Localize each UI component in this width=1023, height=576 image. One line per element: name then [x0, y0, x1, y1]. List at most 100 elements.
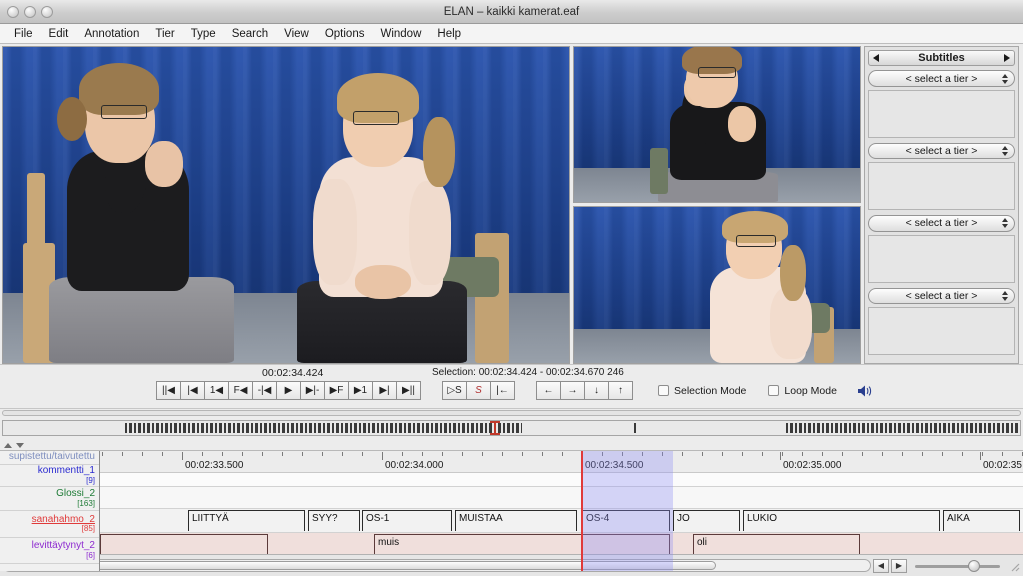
main-video-player[interactable] — [2, 46, 570, 364]
tier-select-2[interactable]: < select a tier > — [868, 142, 1015, 160]
ruler-tick — [542, 452, 543, 456]
play-pause-button[interactable]: ▶ — [276, 381, 301, 400]
annotation-segment[interactable]: LUKIO — [743, 510, 940, 531]
triangle-right-icon[interactable] — [1004, 54, 1010, 63]
next-scroll-button[interactable]: ▶| — [372, 381, 397, 400]
annotation-segment[interactable]: LIITTYÄ — [188, 510, 305, 531]
selection-mode-checkbox[interactable]: Selection Mode — [658, 385, 746, 397]
tier-label-glossi-count: [163] — [77, 498, 95, 508]
speaker-icon[interactable] — [857, 384, 873, 398]
timeline-overview — [0, 408, 1023, 442]
previous-second-button[interactable]: 1◀ — [204, 381, 229, 400]
zoom-slider-knob[interactable] — [967, 559, 980, 572]
bottom-right-video-player[interactable] — [573, 206, 861, 364]
menu-help[interactable]: Help — [429, 26, 469, 42]
time-ruler[interactable]: 00:02:33.500 00:02:34.000 00:02:34.500 00:0… — [100, 451, 1023, 473]
annotation-segment[interactable]: JO — [673, 510, 740, 531]
scrollbar-thumb[interactable] — [6, 561, 717, 570]
ruler-tick — [882, 452, 883, 456]
chair-right — [475, 233, 509, 363]
tier-select-1[interactable]: < select a tier > — [868, 70, 1015, 87]
ruler-tick — [502, 452, 503, 456]
ruler-tick — [942, 452, 943, 456]
zoom-slider[interactable] — [915, 559, 1000, 573]
triangle-up-icon[interactable] — [4, 443, 12, 448]
subtitle-box-3[interactable] — [868, 234, 1015, 283]
clear-selection-button[interactable]: S — [466, 381, 491, 400]
subtitle-box-1[interactable] — [868, 89, 1015, 138]
tier-select-3[interactable]: < select a tier > — [868, 215, 1015, 232]
horizontal-scrollbar[interactable] — [3, 559, 871, 572]
menu-tier[interactable]: Tier — [147, 26, 182, 42]
tier-label-supistettu[interactable]: supistettu/taivutettu — [0, 451, 99, 465]
annotation-segment[interactable]: SYY? — [308, 510, 360, 531]
annotation-segment[interactable]: OS-1 — [362, 510, 452, 531]
previous-pixel-button[interactable]: -|◀ — [252, 381, 277, 400]
next-pixel-button[interactable]: ▶|- — [300, 381, 325, 400]
move-crosshair-button[interactable]: |← — [490, 381, 515, 400]
track-kommentti[interactable] — [100, 487, 1023, 509]
annotation-below-button[interactable]: ↓ — [584, 381, 609, 400]
previous-scroll-button[interactable]: |◀ — [180, 381, 205, 400]
menu-options[interactable]: Options — [317, 26, 373, 42]
arrow-left-icon[interactable]: ◀ — [873, 558, 889, 573]
loop-mode-checkbox[interactable]: Loop Mode — [768, 385, 837, 397]
ruler-tick — [562, 452, 563, 456]
go-to-end-button[interactable]: ▶|| — [396, 381, 421, 400]
subtitle-box-4[interactable] — [868, 307, 1015, 356]
annotation-above-button[interactable]: ↑ — [608, 381, 633, 400]
menu-file[interactable]: File — [6, 26, 41, 42]
player-controls: 00:02:34.424 Selection: 00:02:34.424 - 0… — [0, 364, 1023, 408]
previous-frame-button[interactable]: F◀ — [228, 381, 253, 400]
menu-type[interactable]: Type — [183, 26, 224, 42]
ruler-tick — [722, 452, 723, 456]
tier-label-levittaytynyt[interactable]: levittäytynyt_2 [6] — [0, 538, 99, 564]
chevron-updown-icon-1[interactable] — [999, 72, 1010, 84]
next-second-button[interactable]: ▶1 — [348, 381, 373, 400]
playhead-cursor[interactable] — [581, 451, 583, 571]
chevron-updown-icon-4[interactable] — [999, 290, 1010, 302]
ruler-tick — [462, 452, 463, 456]
checkbox-icon-selection-mode[interactable] — [658, 385, 669, 396]
next-frame-button[interactable]: ▶F — [324, 381, 349, 400]
tier-label-levittaytynyt-count: [6] — [86, 550, 95, 560]
ruler-time-label: 00:02:33.500 — [185, 460, 244, 471]
menu-annotation[interactable]: Annotation — [76, 26, 147, 42]
menu-edit[interactable]: Edit — [41, 26, 77, 42]
resize-grip-icon[interactable] — [1008, 560, 1020, 572]
annotation-density-strip[interactable] — [2, 420, 1021, 436]
tier-label-glossi[interactable]: Glossi_2 [163] — [0, 487, 99, 511]
arrow-right-icon[interactable]: ▶ — [891, 558, 907, 573]
next-annotation-button[interactable]: → — [560, 381, 585, 400]
checkbox-icon-loop-mode[interactable] — [768, 385, 780, 396]
tier-label-kommentti[interactable]: kommentti_1 [9] — [0, 465, 99, 487]
play-selection-button[interactable]: ▷S — [442, 381, 467, 400]
menu-window[interactable]: Window — [372, 26, 429, 42]
tier-tracks[interactable]: 00:02:33.500 00:02:34.000 00:02:34.500 00:0… — [100, 451, 1023, 571]
menu-view[interactable]: View — [276, 26, 317, 42]
annotation-segment[interactable]: OS-4 — [582, 510, 670, 531]
elan-window: ELAN – kaikki kamerat.eaf File Edit Anno… — [0, 0, 1023, 576]
triangle-down-icon[interactable] — [16, 443, 24, 448]
overview-scrollbar[interactable] — [2, 410, 1021, 416]
track-supistettu[interactable] — [100, 473, 1023, 487]
ruler-tick — [422, 452, 423, 456]
go-to-begin-button[interactable]: ||◀ — [156, 381, 181, 400]
chevron-updown-icon-2[interactable] — [999, 145, 1010, 157]
menu-bar: File Edit Annotation Tier Type Search Vi… — [0, 24, 1023, 44]
annotation-segment[interactable]: AIKA — [943, 510, 1020, 531]
previous-annotation-button[interactable]: ← — [536, 381, 561, 400]
chevron-updown-icon-3[interactable] — [999, 217, 1010, 229]
ruler-tick — [242, 452, 243, 456]
tier-label-sanahahmo[interactable]: sanahahmo_2 [85] — [0, 511, 99, 538]
tier-select-4[interactable]: < select a tier > — [868, 287, 1015, 305]
track-glossi[interactable]: LIITTYÄ SYY? OS-1 MUISTAA OS-4 JO LUKIO AIKA — [100, 509, 1023, 533]
menu-search[interactable]: Search — [224, 26, 276, 42]
annotation-segment[interactable]: MUISTAA — [455, 510, 577, 531]
overview-playhead[interactable] — [490, 421, 501, 435]
subtitle-box-2[interactable] — [868, 162, 1015, 211]
ruler-tick — [202, 452, 203, 456]
ruler-tick — [1002, 452, 1003, 456]
tier-label-levittaytynyt-name: levittäytynyt_2 — [31, 540, 95, 552]
top-right-video-player[interactable] — [573, 46, 861, 203]
